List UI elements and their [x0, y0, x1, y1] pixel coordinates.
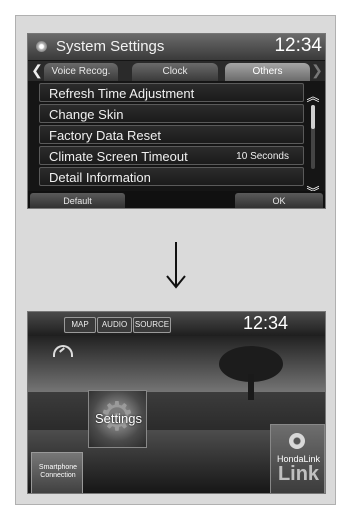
list-item-label: Change Skin — [49, 107, 124, 122]
tab-voice-recog[interactable]: Voice Recog. — [44, 63, 118, 81]
hondalink-tile[interactable]: HondaLink Link — [270, 424, 325, 493]
header-bar: System Settings 12:34 — [28, 34, 325, 60]
system-settings-screen: System Settings 12:34 ❮ Voice Recog. Clo… — [27, 33, 326, 209]
clock: 12:34 — [274, 35, 322, 56]
smartphone-tile-label: Smartphone Connection — [38, 464, 78, 479]
page-indicator — [165, 489, 189, 493]
top-bar: MAP AUDIO SOURCE 12:34 — [28, 312, 325, 336]
location-pin-icon — [289, 433, 305, 449]
scrollbar[interactable]: ︽ ︾ — [306, 86, 320, 206]
settings-tile-label: Settings — [95, 411, 142, 426]
hondalink-logo-text: Link — [277, 463, 320, 485]
audio-button[interactable]: AUDIO — [97, 317, 132, 333]
settings-icon — [36, 41, 47, 52]
ok-button[interactable]: OK — [235, 193, 323, 208]
clock: 12:34 — [243, 313, 289, 333]
tab-right-arrow-icon[interactable]: ❯ — [310, 62, 324, 79]
settings-tile[interactable]: ⚙ Settings — [88, 390, 147, 448]
list-item-label: Factory Data Reset — [49, 128, 161, 143]
footer-bar: Default OK — [28, 191, 325, 208]
tab-clock[interactable]: Clock — [132, 63, 218, 81]
list-item-label: Refresh Time Adjustment — [49, 86, 195, 101]
settings-list: Refresh Time Adjustment Change Skin Fact… — [39, 83, 304, 188]
smartphone-connection-tile[interactable]: Smartphone Connection — [31, 452, 83, 493]
map-button[interactable]: MAP — [64, 317, 96, 333]
tab-others[interactable]: Others — [225, 63, 310, 81]
home-screen: MAP AUDIO SOURCE 12:34 ⚙ Settings Smartp… — [27, 311, 326, 494]
list-item-label: Detail Information — [49, 170, 151, 185]
list-item-detail-info[interactable]: Detail Information — [39, 167, 304, 186]
list-item-climate-timeout[interactable]: Climate Screen Timeout 10 Seconds — [39, 146, 304, 165]
scroll-thumb[interactable] — [311, 105, 315, 129]
down-arrow-icon — [166, 242, 186, 289]
list-item-factory-reset[interactable]: Factory Data Reset — [39, 125, 304, 144]
list-item-label: Climate Screen Timeout — [49, 149, 188, 164]
list-item-change-skin[interactable]: Change Skin — [39, 104, 304, 123]
list-item-value: 10 Seconds — [236, 151, 289, 162]
tab-bar: ❮ Voice Recog. Clock Others ❯ — [28, 61, 325, 81]
source-button[interactable]: SOURCE — [133, 317, 171, 333]
list-item-refresh-time[interactable]: Refresh Time Adjustment — [39, 83, 304, 102]
tab-left-arrow-icon[interactable]: ❮ — [30, 62, 44, 79]
figure-frame: System Settings 12:34 ❮ Voice Recog. Clo… — [15, 15, 336, 505]
wallpaper-tree — [219, 346, 283, 400]
default-button[interactable]: Default — [30, 193, 125, 208]
screen-title: System Settings — [56, 38, 165, 55]
scroll-up-icon[interactable]: ︽ — [306, 86, 320, 105]
